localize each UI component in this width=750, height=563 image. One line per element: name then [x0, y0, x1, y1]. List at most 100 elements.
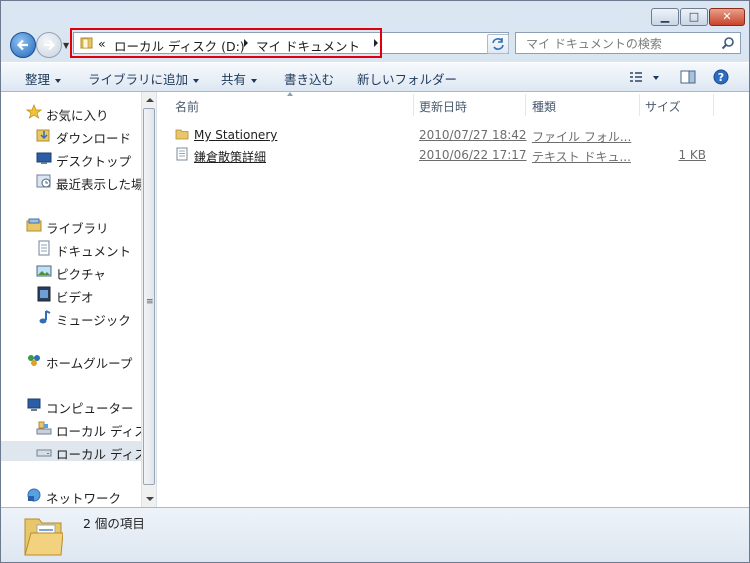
search-icon[interactable] [721, 36, 735, 50]
nav-music-label: ミュージック [56, 313, 131, 328]
nav-pictures-label: ピクチャ [56, 267, 106, 282]
file-type: テキスト ドキュ... [532, 150, 631, 164]
back-button[interactable] [10, 32, 36, 58]
column-size-header[interactable]: サイズ [645, 98, 681, 115]
details-pane: 2 個の項目 [1, 507, 749, 562]
file-date: 2010/06/22 17:17 [419, 148, 527, 162]
file-date: 2010/07/27 18:42 [419, 128, 527, 142]
videos-icon [37, 286, 51, 302]
help-icon: ? [713, 69, 729, 85]
file-list: 名前 更新日時 種類 サイズ My Stationery 2010/07/27 … [157, 92, 749, 507]
address-bar[interactable]: « ローカル ディスク (D:) マイ ドキュメント [73, 32, 552, 55]
history-dropdown-icon[interactable]: ▼ [63, 41, 69, 50]
scroll-down-icon[interactable] [146, 497, 154, 501]
file-type: ファイル フォル... [532, 130, 632, 144]
minimize-icon: ▁ [660, 10, 670, 23]
column-divider[interactable] [525, 94, 526, 116]
scroll-grip-icon: ≡ [146, 297, 154, 307]
explorer-window: ▁ □ ✕ ▼ « ローカル ディスク (D:) マイ ドキュメント マイ ドキ… [0, 0, 750, 563]
nav-videos[interactable]: ビデオ [1, 284, 141, 305]
forward-arrow-icon [44, 39, 56, 51]
music-icon [39, 310, 51, 324]
table-row[interactable]: 鎌倉散策詳細 2010/06/22 17:17 テキスト ドキュ... 1 KB [157, 145, 749, 164]
downloads-folder-icon [36, 129, 50, 142]
folder-icon [175, 129, 189, 140]
text-file-icon [176, 147, 188, 161]
nav-network-label: ネットワーク [46, 491, 122, 506]
svg-text:?: ? [718, 71, 724, 84]
view-options-button[interactable] [629, 69, 659, 88]
nav-recent-places[interactable]: 最近表示した場所 [1, 171, 156, 192]
nav-music[interactable]: ミュージック [1, 307, 141, 328]
nav-local-disk-d[interactable]: ローカル ディスク [1, 441, 156, 462]
nav-documents-label: ドキュメント [56, 244, 132, 259]
breadcrumb-my-documents[interactable]: マイ ドキュメント [256, 36, 360, 55]
scroll-thumb[interactable]: ≡ [143, 108, 155, 485]
file-name[interactable]: 鎌倉散策詳細 [194, 148, 266, 165]
breadcrumb-local-disk-d[interactable]: ローカル ディスク (D:) [114, 36, 245, 55]
table-row[interactable]: My Stationery 2010/07/27 18:42 ファイル フォル.… [157, 125, 749, 144]
navigation-pane: お気に入り ダウンロード デスクトップ 最近表示した場所 ライブラリ ドキュメン… [1, 92, 157, 507]
breadcrumb-separator-icon[interactable] [244, 39, 248, 47]
column-name-header[interactable]: 名前 [175, 98, 199, 115]
breadcrumb-overflow[interactable]: « [98, 36, 106, 51]
nav-scrollbar[interactable]: ≡ [141, 92, 156, 507]
share-button[interactable]: 共有 [221, 69, 258, 88]
close-icon: ✕ [722, 10, 732, 23]
organize-button[interactable]: 整理 [25, 69, 62, 88]
add-to-library-button[interactable]: ライブラリに追加 [88, 69, 200, 88]
column-date-header[interactable]: 更新日時 [419, 98, 467, 115]
network-icon [27, 488, 41, 502]
forward-button[interactable] [36, 32, 62, 58]
nav-homegroup-label: ホームグループ [46, 356, 133, 371]
share-label: 共有 [221, 72, 247, 87]
desktop-icon [36, 152, 52, 164]
burn-button[interactable]: 書き込む [284, 69, 334, 88]
nav-pictures[interactable]: ピクチャ [1, 261, 141, 282]
back-arrow-icon [16, 39, 28, 51]
recent-places-icon [36, 174, 51, 188]
pictures-icon [36, 265, 52, 277]
column-divider[interactable] [413, 94, 414, 116]
minimize-button[interactable]: ▁ [651, 8, 679, 26]
documents-icon [38, 240, 50, 256]
chevron-down-icon [193, 78, 200, 83]
nav-network[interactable]: ネットワーク [1, 485, 141, 506]
nav-documents[interactable]: ドキュメント [1, 238, 141, 259]
column-divider[interactable] [713, 94, 714, 116]
column-type-header[interactable]: 種類 [532, 98, 556, 115]
column-divider[interactable] [639, 94, 640, 116]
sort-caret-icon [287, 92, 293, 96]
new-folder-button[interactable]: 新しいフォルダー [357, 69, 457, 88]
preview-pane-button[interactable] [680, 69, 696, 88]
nav-favorites[interactable]: お気に入り [1, 102, 141, 123]
organize-label: 整理 [25, 72, 51, 87]
nav-favorites-label: お気に入り [46, 108, 109, 123]
search-input[interactable] [524, 35, 718, 53]
refresh-button[interactable] [487, 34, 509, 54]
nav-libraries[interactable]: ライブラリ [1, 215, 141, 236]
nav-homegroup[interactable]: ホームグループ [1, 350, 141, 371]
nav-local-disk-c[interactable]: ローカル ディスク [1, 418, 156, 439]
add-to-library-label: ライブラリに追加 [88, 72, 189, 87]
nav-desktop[interactable]: デスクトップ [1, 148, 141, 169]
nav-libraries-label: ライブラリ [46, 221, 109, 236]
close-button[interactable]: ✕ [709, 8, 745, 26]
library-icon [26, 218, 42, 232]
computer-icon [27, 398, 41, 411]
nav-downloads[interactable]: ダウンロード [1, 125, 141, 146]
scroll-up-icon[interactable] [146, 98, 154, 102]
nav-desktop-label: デスクトップ [56, 154, 132, 169]
nav-computer-label: コンピューター [46, 401, 134, 416]
help-button[interactable]: ? [713, 69, 729, 88]
breadcrumb-separator-icon[interactable] [374, 39, 378, 47]
file-name[interactable]: My Stationery [194, 128, 277, 142]
system-drive-icon [36, 421, 52, 435]
maximize-icon: □ [688, 10, 700, 23]
file-size: 1 KB [678, 148, 706, 162]
search-box[interactable] [515, 32, 741, 54]
nav-computer[interactable]: コンピューター [1, 395, 141, 416]
maximize-button[interactable]: □ [680, 8, 708, 26]
nav-downloads-label: ダウンロード [56, 131, 132, 146]
view-list-icon [630, 72, 659, 82]
